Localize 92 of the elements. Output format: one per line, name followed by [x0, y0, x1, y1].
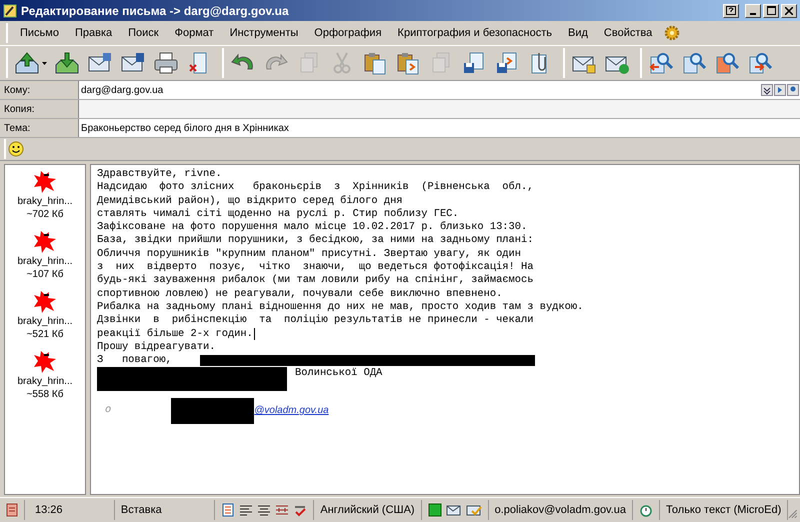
attachment-item[interactable]: braky_hrin... ~702 Кб — [17, 169, 73, 221]
text-cursor — [254, 328, 255, 340]
maximize-icon — [766, 6, 776, 15]
wrap-lines-icon[interactable] — [275, 503, 290, 517]
body-text: Волинської ОДА — [295, 367, 382, 381]
magnifier-document-icon — [648, 51, 674, 75]
page-icon[interactable] — [221, 503, 236, 517]
magnifier-document-icon — [681, 51, 707, 75]
body-text: реакції більше 2-х годин. — [97, 328, 253, 341]
message-body[interactable] — [90, 164, 800, 495]
attachment-size: ~521 Кб — [26, 328, 64, 341]
attachment-size: ~107 Кб — [26, 268, 64, 281]
splat-icon — [32, 169, 58, 195]
tray-up-arrow-icon — [14, 51, 40, 75]
menu-item[interactable]: Орфография — [306, 27, 390, 39]
attachment-item[interactable]: braky_hrin... ~521 Кб — [17, 289, 73, 341]
stopwatch-icon[interactable] — [639, 503, 654, 517]
resize-grip-icon[interactable] — [788, 509, 798, 519]
menu-item[interactable]: Инструменты — [222, 27, 306, 39]
body-text: Рибалка на задньому плані відношення до них не мав, просто ходив там з вудкою. — [97, 300, 584, 314]
menu-item[interactable]: Вид — [560, 27, 596, 39]
body-text: Здравствуйте, rivne. — [97, 168, 222, 182]
field-label: Кому: — [3, 84, 32, 98]
envelope-check-icon[interactable] — [466, 503, 482, 517]
body-text: Надсидаю фото злісних браконьєрів з Хрінників (Рівненська обл., — [97, 181, 534, 195]
splat-icon — [32, 229, 58, 255]
body-text: Демидівський район), що відкрито серед білого дня — [97, 194, 403, 208]
body-text: ставлять чималі сіті щоденно на руслі р. Стир поблизу ГЕС. — [97, 208, 459, 222]
emoticon-button[interactable] — [4, 139, 26, 159]
body-text: Дзвінки в рибінспекцію та поліцію результатів не принесли - чекали — [97, 314, 534, 328]
smiley-icon — [8, 141, 24, 157]
help-icon — [726, 6, 736, 15]
spellcheck-icon[interactable] — [293, 503, 308, 517]
window-title: Редактирование письма -> darg@darg.gov.ua — [21, 4, 289, 18]
splat-icon — [32, 349, 58, 375]
square-icon[interactable] — [428, 503, 442, 517]
minimize-button[interactable] — [745, 4, 761, 18]
notepad-icon — [6, 503, 18, 517]
menu-item[interactable]: Формат — [166, 27, 222, 39]
body-text: спортивною ловлею) не реагували, почували себе виключно впевнено. — [97, 288, 502, 301]
status-mode: Вставка — [114, 500, 216, 520]
input-field[interactable] — [78, 100, 800, 118]
body-text: будь-які зауваження рибалок (ми там ловили рибу на спінінг, займаємось — [97, 274, 534, 288]
close-icon — [785, 6, 793, 14]
magnifier-document-icon — [747, 51, 773, 75]
gear-icon[interactable] — [664, 25, 680, 41]
menu-item[interactable]: Письмо — [12, 27, 67, 39]
email-link[interactable]: @voladm.gov.ua — [254, 404, 329, 418]
minimize-icon — [750, 12, 756, 14]
help-button[interactable] — [723, 4, 739, 18]
tray-down-arrow-icon — [54, 51, 80, 75]
splat-icon — [32, 289, 58, 315]
menu-item[interactable]: Криптография и безопасность — [390, 27, 560, 39]
dropdown-arrow-icon — [42, 62, 47, 64]
body-text: з них відверто позує, чітко знаючи, що ведеться фотофіксація! На — [97, 261, 534, 274]
body-text: З повагою, — [97, 354, 172, 368]
menu-item[interactable]: Правка — [66, 27, 120, 39]
body-text: о — [105, 404, 112, 418]
menu-item[interactable]: Свойства — [596, 27, 660, 39]
body-text: Обличчя порушників "крупним планом" присутні. Звертаю увагу, як один — [97, 248, 522, 262]
attachment-size: ~558 Кб — [26, 388, 64, 401]
menu-item[interactable]: Поиск — [120, 27, 167, 39]
body-text: Зафіксоване на фото порушення мало місце 10.02.2017 р. близько 13:30. — [97, 221, 528, 234]
printer-icon — [153, 51, 179, 75]
contact-icon[interactable] — [787, 84, 799, 96]
pen-document-icon — [3, 4, 17, 18]
attachment-item[interactable]: braky_hrin... ~558 Кб — [17, 349, 73, 401]
maximize-button[interactable] — [763, 4, 779, 18]
align-lines-icon[interactable] — [257, 503, 272, 517]
address-book-icon[interactable] — [774, 84, 786, 96]
attachment-name: braky_hrin... — [17, 375, 73, 388]
attachment-size: ~702 Кб — [26, 208, 64, 221]
status-language: Английский (США) — [314, 500, 422, 520]
status-time: 13:26 — [25, 500, 115, 520]
body-text: Прошу відреагувати. — [97, 340, 216, 354]
close-button[interactable] — [781, 4, 797, 18]
envelope-icon[interactable] — [446, 503, 462, 517]
input-field[interactable]: darg@darg.gov.ua — [78, 81, 800, 99]
attachment-name: braky_hrin... — [17, 255, 73, 268]
status-account: o.poliakov@voladm.gov.ua — [488, 500, 634, 520]
align-lines-icon[interactable] — [239, 503, 254, 517]
input-field[interactable]: Браконьерство серед білого дня в Хрінниках — [78, 119, 800, 137]
body-text: База, звідки прийшли порушники, з бесідкою, за ними на задньому плані: — [97, 234, 534, 248]
attachment-item[interactable]: braky_hrin... ~107 Кб — [17, 229, 73, 281]
status-format: Только текст (MicroEd) — [660, 500, 788, 520]
magnifier-document-icon — [714, 51, 740, 75]
clipboard-icon — [362, 51, 388, 75]
attachment-name: braky_hrin... — [17, 315, 73, 328]
field-label: Тема: — [3, 122, 32, 136]
attachment-name: braky_hrin... — [17, 195, 73, 208]
clipboard-icon — [395, 51, 421, 75]
field-label: Копия: — [3, 102, 36, 116]
